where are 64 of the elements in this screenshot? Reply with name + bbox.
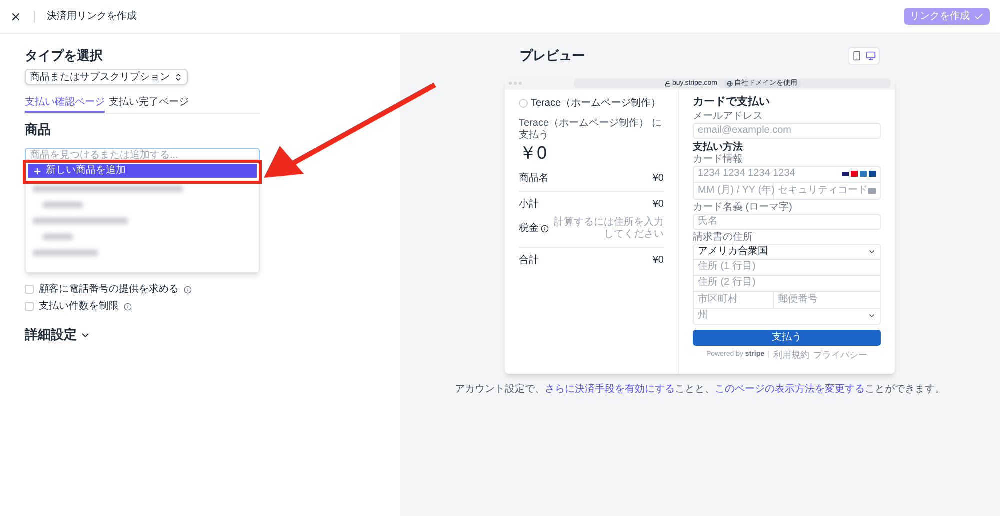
email-field[interactable]: email@example.com (693, 122, 881, 138)
field-label: 請求書の住所 (693, 232, 754, 244)
city-field[interactable]: 市区町村 (694, 292, 774, 308)
note-text: ことと、 (675, 384, 715, 394)
country-select[interactable]: アメリカ合衆国 (694, 244, 880, 260)
check-icon (974, 12, 984, 22)
create-link-button[interactable]: リンクを作成 (904, 8, 990, 25)
payment-title: カードで支払い (693, 96, 771, 108)
section-heading: 支払い方法 (693, 142, 744, 154)
field-label: カード情報 (693, 154, 744, 166)
pay-to-text: Terace（ホームページ制作） に支払う (519, 118, 663, 142)
tab[interactable]: 支払い完了ページ (109, 97, 189, 113)
postal-code-field[interactable]: 郵便番号 (774, 292, 880, 308)
section-heading: 商品 (25, 122, 52, 138)
footer-link[interactable]: 利用規約 (773, 348, 810, 360)
line-label: 小計 (519, 198, 539, 210)
line-value: 計算するには住所を入力してください (553, 216, 664, 240)
plus-icon (33, 166, 42, 176)
expiry-field[interactable]: MM (月) / YY (年) (694, 182, 774, 198)
advanced-settings-toggle[interactable]: 詳細設定 (25, 327, 91, 343)
settings-link[interactable]: さらに決済手段を有効にする (545, 384, 675, 394)
chevrons-icon (174, 72, 183, 82)
note-text: ことができます。 (865, 384, 945, 394)
tab[interactable]: 支払い確認ページ (25, 97, 105, 113)
lock-icon (664, 80, 670, 86)
field-label: メールアドレス (693, 110, 764, 122)
store-icon (519, 99, 528, 108)
settings-link[interactable]: このページの表示方法を変更する (715, 384, 865, 394)
globe-icon (726, 80, 732, 86)
line-label: 商品名 (519, 172, 549, 184)
cardholder-name-field[interactable]: 氏名 (693, 214, 881, 230)
checkbox-label: 支払い件数を制限 (39, 300, 119, 312)
line-label: 税金 (519, 222, 539, 234)
card-back-icon (868, 188, 876, 194)
note-text: アカウント設定で、 (455, 384, 545, 394)
merchant-name: Terace（ホームページ制作） (531, 98, 662, 110)
pay-button[interactable]: 支払う (693, 330, 881, 346)
total-amount: ￥0 (519, 142, 548, 164)
add-product-item[interactable]: 新しい商品を追加 (28, 164, 257, 178)
info-icon[interactable] (541, 224, 549, 232)
section-heading: タイプを選択 (25, 48, 104, 64)
checkbox-label: 顧客に電話番号の提供を求める (39, 284, 179, 296)
preview-heading: プレビュー (520, 47, 585, 65)
address-line-field[interactable]: 住所 (2 行目) (694, 276, 880, 292)
line-value: ¥0 (652, 172, 664, 184)
security-code-field[interactable]: セキュリティコード (774, 182, 880, 198)
chevron-down-icon (868, 312, 876, 320)
window-title: 決済用リンクを作成 (47, 10, 137, 24)
card-brands-icon (842, 171, 876, 177)
window-dots-icon (509, 82, 522, 85)
address-line-field[interactable]: 住所 (1 行目) (694, 260, 880, 276)
line-value: ¥0 (652, 198, 664, 210)
line-label: 合計 (519, 254, 539, 266)
card-number-field[interactable]: 1234 1234 1234 1234 (694, 166, 880, 182)
checkbox[interactable] (25, 302, 34, 311)
footer-link[interactable]: プライバシー (813, 348, 868, 360)
type-select[interactable]: 商品またはサブスクリプション (25, 69, 188, 85)
close-icon[interactable] (10, 10, 22, 22)
field-label: カード名義 (ローマ字) (693, 202, 794, 214)
checkbox[interactable] (25, 285, 34, 294)
phone-icon[interactable] (851, 50, 863, 62)
line-value: ¥0 (652, 254, 664, 266)
state-select[interactable]: 州 (694, 308, 880, 324)
monitor-icon[interactable] (865, 50, 877, 62)
